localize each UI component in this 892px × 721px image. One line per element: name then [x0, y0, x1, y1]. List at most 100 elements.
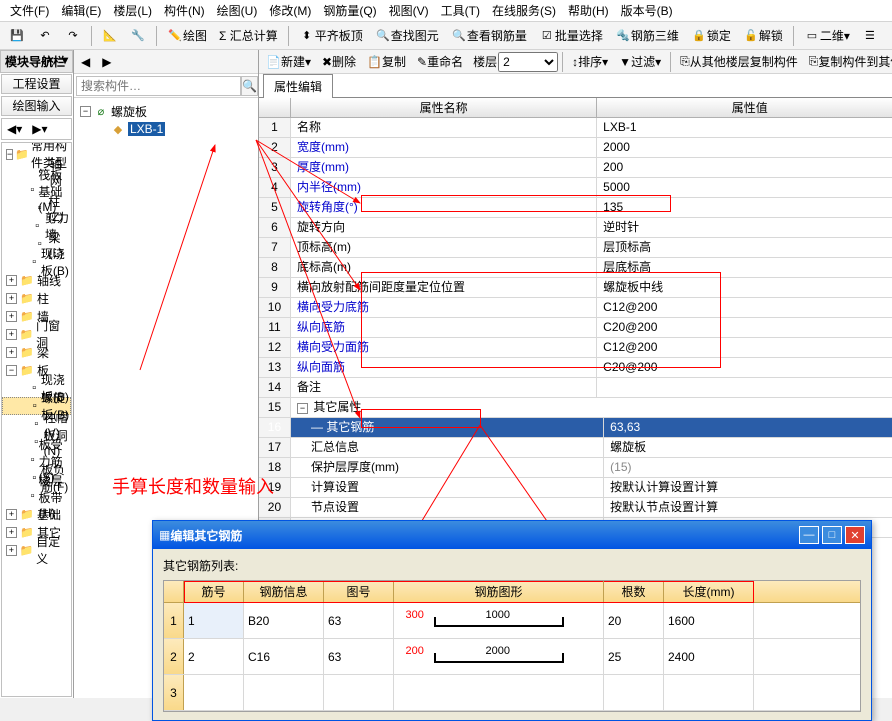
property-row[interactable]: 19计算设置按默认计算设置计算 [259, 478, 892, 498]
floor-select[interactable]: 2 [498, 52, 558, 72]
prop-value[interactable]: (15) [604, 458, 892, 477]
dialog-titlebar[interactable]: ▦ 编辑其它钢筋 — □ ✕ [153, 521, 871, 549]
menu-floor[interactable]: 楼层(L) [107, 2, 158, 19]
tree-item[interactable]: +📁自定义 [2, 541, 71, 559]
sum-button[interactable]: Σ 汇总计算 [214, 25, 283, 47]
expand-icon[interactable]: − [6, 149, 13, 160]
tree-item[interactable]: ▫楼层板带(H) [2, 487, 71, 505]
save-icon[interactable]: 💾 [4, 25, 30, 47]
undo-icon[interactable]: ↶ [32, 25, 58, 47]
rebar-3d-button[interactable]: 🔩钢筋三维 [610, 25, 684, 47]
prop-value[interactable]: 按默认节点设置计算 [604, 498, 892, 517]
tree-item[interactable]: +📁柱 [2, 289, 71, 307]
prop-value[interactable]: 200 [597, 158, 892, 177]
prop-value[interactable]: 63,63 [604, 418, 892, 437]
property-row[interactable]: 10横向受力底筋C12@200 [259, 298, 892, 318]
cell-shape[interactable]: 2002000 [394, 639, 604, 674]
rebar-table[interactable]: 筋号 钢筋信息 图号 钢筋图形 根数 长度(mm) 11B20633001000… [163, 580, 861, 712]
cell-tuhao[interactable]: 63 [324, 639, 394, 674]
prop-value[interactable]: C20@200 [597, 358, 892, 377]
collapse-icon[interactable]: − [80, 106, 91, 117]
tree-item[interactable]: +📁基础 [2, 505, 71, 523]
batch-select-button[interactable]: ☑批量选择 [534, 25, 608, 47]
property-row[interactable]: 2宽度(mm)2000 [259, 138, 892, 158]
menu-component[interactable]: 构件(N) [158, 2, 211, 19]
cell-shape[interactable]: 3001000 [394, 603, 604, 638]
mid-fwd-icon[interactable]: ▶ [97, 51, 116, 73]
property-row[interactable]: 11纵向底筋C20@200 [259, 318, 892, 338]
cell-count[interactable] [604, 675, 664, 710]
redo-icon[interactable]: ↷ [60, 25, 86, 47]
rebar-row[interactable]: 3 [164, 675, 860, 711]
panel-draw-input[interactable]: 绘图输入 [1, 96, 72, 116]
expand-icon[interactable]: + [6, 527, 17, 538]
property-row[interactable]: 8底标高(m)层底标高 [259, 258, 892, 278]
close-icon[interactable]: ✕ [845, 526, 865, 544]
tree-item[interactable]: +📁门窗洞 [2, 325, 71, 343]
menu-rebar[interactable]: 钢筋量(Q) [317, 2, 382, 19]
property-row[interactable]: 6旋转方向逆时针 [259, 218, 892, 238]
property-row[interactable]: 14备注 [259, 378, 892, 398]
new-button[interactable]: 📄新建 ▾ [261, 51, 316, 73]
dropdown-icon[interactable]: ▾ [62, 53, 68, 67]
prop-value[interactable]: 逆时针 [597, 218, 892, 237]
expand-icon[interactable]: + [6, 509, 17, 520]
other-props-header[interactable]: − 其它属性 [291, 398, 892, 417]
menu-view[interactable]: 视图(V) [383, 2, 435, 19]
prop-value[interactable]: 5000 [597, 178, 892, 197]
property-row[interactable]: 20节点设置按默认节点设置计算 [259, 498, 892, 518]
tree-item[interactable]: ▫现浇板(B) [2, 253, 71, 271]
tool-item[interactable]: ☰ [857, 25, 883, 47]
menu-edit[interactable]: 编辑(E) [55, 2, 107, 19]
expand-icon[interactable]: + [6, 329, 17, 340]
cell-length[interactable] [664, 675, 754, 710]
panel-project-settings[interactable]: 工程设置 [1, 74, 72, 94]
rebar-row[interactable]: 22C16632002000252400 [164, 639, 860, 675]
property-row[interactable]: 7顶标高(m)层顶标高 [259, 238, 892, 258]
cell-count[interactable]: 20 [604, 603, 664, 638]
cell-tuhao[interactable] [324, 675, 394, 710]
cell-info[interactable]: C16 [244, 639, 324, 674]
property-row[interactable]: 16— 其它钢筋63,63 [259, 418, 892, 438]
rename-button[interactable]: ✎重命名 [412, 51, 468, 73]
menu-help[interactable]: 帮助(H) [562, 2, 615, 19]
component-tree[interactable]: −📁常用构件类型▫轴网▫筏板基础(M)▫柱(Z)▫剪力墙▫梁(L)▫现浇板(B)… [1, 142, 72, 697]
lock-button[interactable]: 🔒锁定 [686, 25, 736, 47]
cell-jinhao[interactable]: 2 [184, 639, 244, 674]
menu-draw[interactable]: 绘图(U) [211, 2, 264, 19]
maximize-icon[interactable]: □ [822, 526, 842, 544]
cell-tuhao[interactable]: 63 [324, 603, 394, 638]
unlock-button[interactable]: 🔓解锁 [738, 25, 788, 47]
filter-button[interactable]: ▼过滤 ▾ [614, 51, 666, 73]
align-button[interactable]: ⬍平齐板顶 [294, 25, 368, 47]
tab-property-edit[interactable]: 属性编辑 [263, 74, 333, 98]
property-row[interactable]: 9横向放射配筋间距度量定位位置螺旋板中线 [259, 278, 892, 298]
property-row[interactable]: 18保护层厚度(mm)(15) [259, 458, 892, 478]
property-row[interactable]: 12横向受力面筋C12@200 [259, 338, 892, 358]
delete-button[interactable]: ✖删除 [317, 51, 361, 73]
sort-button[interactable]: ↕排序 ▾ [567, 51, 613, 73]
prop-value[interactable]: 135 [597, 198, 892, 217]
cell-count[interactable]: 25 [604, 639, 664, 674]
menu-version[interactable]: 版本号(B) [615, 2, 679, 19]
rebar-row[interactable]: 11B20633001000201600 [164, 603, 860, 639]
menu-modify[interactable]: 修改(M) [263, 2, 317, 19]
prop-value[interactable]: 螺旋板 [604, 438, 892, 457]
property-grid[interactable]: 1名称LXB-12宽度(mm)20003厚度(mm)2004内半径(mm)500… [259, 118, 892, 538]
prop-value[interactable]: 按默认计算设置计算 [604, 478, 892, 497]
copy-button[interactable]: 📋复制 [362, 51, 411, 73]
property-row[interactable]: 1名称LXB-1 [259, 118, 892, 138]
cell-info[interactable]: B20 [244, 603, 324, 638]
prop-value[interactable]: 2000 [597, 138, 892, 157]
property-row[interactable]: 3厚度(mm)200 [259, 158, 892, 178]
cell-length[interactable]: 1600 [664, 603, 754, 638]
prop-value[interactable]: C12@200 [597, 338, 892, 357]
find-element-button[interactable]: 🔍查找图元 [370, 25, 444, 47]
prop-value[interactable]: LXB-1 [597, 118, 892, 137]
tool-item[interactable]: 📐 [97, 25, 123, 47]
expand-icon[interactable]: + [6, 293, 17, 304]
menu-file[interactable]: 文件(F) [4, 2, 55, 19]
prop-value[interactable]: 螺旋板中线 [597, 278, 892, 297]
nav-back-icon[interactable]: ◀▾ [2, 118, 27, 140]
cell-info[interactable] [244, 675, 324, 710]
